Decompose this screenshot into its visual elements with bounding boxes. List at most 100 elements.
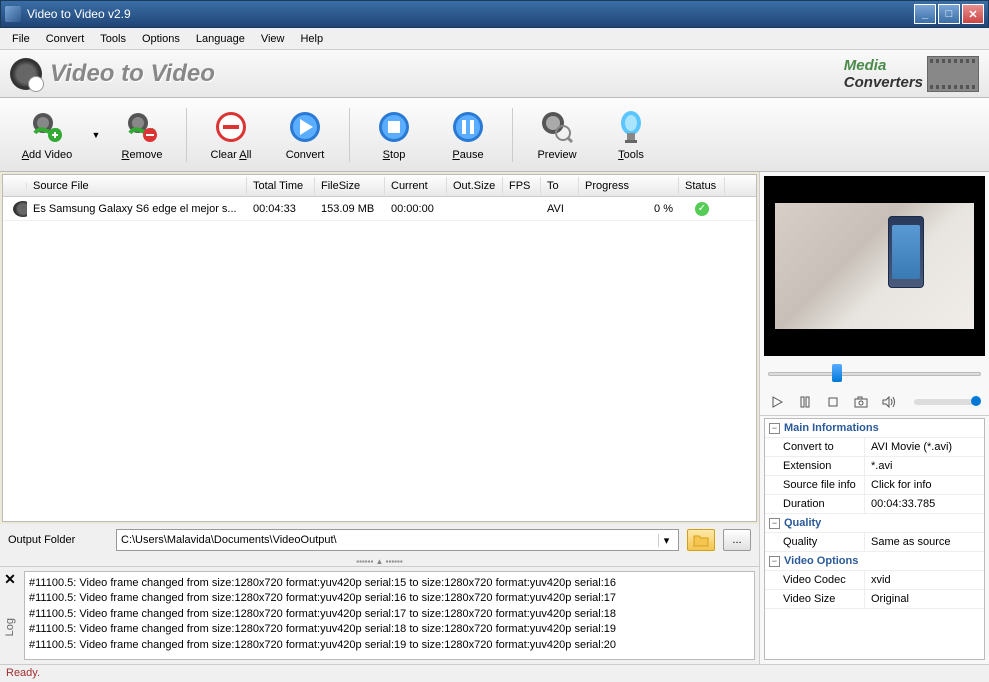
menu-file[interactable]: File — [4, 31, 38, 47]
log-close-button[interactable]: ✕ — [4, 571, 16, 588]
player-stop-button[interactable] — [824, 393, 842, 411]
status-text: Ready. — [6, 667, 40, 679]
col-status[interactable]: Status — [679, 177, 725, 195]
minimize-button[interactable]: _ — [914, 4, 936, 24]
section-main-info: Main Informations — [784, 422, 879, 434]
browse-folder-button[interactable] — [687, 529, 715, 551]
col-source[interactable]: Source File — [27, 177, 247, 195]
properties-panel: −Main Informations Convert toAVI Movie (… — [764, 418, 985, 660]
separator — [349, 108, 350, 162]
preview-button[interactable]: Preview — [521, 103, 593, 167]
main-area: Source File Total Time FileSize Current … — [0, 172, 989, 664]
menu-language[interactable]: Language — [188, 31, 253, 47]
tools-icon — [613, 109, 649, 145]
menu-view[interactable]: View — [253, 31, 293, 47]
menu-help[interactable]: Help — [292, 31, 331, 47]
prop-row[interactable]: Source file infoClick for info — [765, 475, 984, 494]
clear-all-button[interactable]: Clear All — [195, 103, 267, 167]
remove-icon — [124, 109, 160, 145]
stop-button[interactable]: Stop — [358, 103, 430, 167]
prop-row[interactable]: QualitySame as source — [765, 532, 984, 551]
right-panel: −Main Informations Convert toAVI Movie (… — [760, 172, 989, 664]
prop-row[interactable]: Video Codecxvid — [765, 570, 984, 589]
collapse-toggle[interactable]: − — [769, 556, 780, 567]
preview-viewport[interactable] — [764, 176, 985, 356]
output-folder-label: Output Folder — [8, 534, 108, 546]
toolbar: Add Video ▼ Remove Clear All Convert Sto… — [0, 98, 989, 172]
log-textarea[interactable]: #11100.5: Video frame changed from size:… — [24, 571, 755, 660]
add-video-button[interactable]: Add Video — [8, 103, 86, 167]
section-video-options: Video Options — [784, 555, 858, 567]
remove-button[interactable]: Remove — [106, 103, 178, 167]
cell-to: AVI — [541, 200, 579, 218]
maximize-button[interactable]: □ — [938, 4, 960, 24]
preview-frame — [775, 203, 974, 329]
more-button[interactable]: ... — [723, 529, 751, 551]
col-size[interactable]: FileSize — [315, 177, 385, 195]
prop-row[interactable]: Duration00:04:33.785 — [765, 494, 984, 513]
snapshot-button[interactable] — [852, 393, 870, 411]
menu-tools[interactable]: Tools — [92, 31, 134, 47]
col-time[interactable]: Total Time — [247, 177, 315, 195]
volume-icon[interactable] — [880, 393, 898, 411]
table-row[interactable]: Es Samsung Galaxy S6 edge el mejor s... … — [3, 197, 756, 221]
cell-size: 153.09 MB — [315, 200, 385, 218]
prop-row[interactable]: Extension*.avi — [765, 456, 984, 475]
col-fps[interactable]: FPS — [503, 177, 541, 195]
pause-label: Pause — [452, 149, 483, 161]
cell-outsize — [447, 206, 503, 212]
player-controls — [760, 388, 989, 416]
convert-button[interactable]: Convert — [269, 103, 341, 167]
splitter[interactable]: ▪▪▪▪▪▪ ▲ ▪▪▪▪▪▪ — [0, 556, 759, 566]
status-ok-icon: ✓ — [695, 202, 709, 216]
seek-thumb[interactable] — [832, 364, 842, 382]
col-progress[interactable]: Progress — [579, 177, 679, 195]
output-folder-input[interactable]: C:\Users\Malavida\Documents\VideoOutput\… — [116, 529, 679, 551]
stop-icon — [376, 109, 412, 145]
prop-row[interactable]: Video SizeOriginal — [765, 589, 984, 608]
app-title: Video to Video — [50, 60, 215, 88]
remove-label: Remove — [122, 149, 163, 161]
cell-current: 00:00:00 — [385, 200, 447, 218]
menu-options[interactable]: Options — [134, 31, 188, 47]
play-button[interactable] — [768, 393, 786, 411]
volume-slider[interactable] — [914, 399, 981, 405]
output-folder-row: Output Folder C:\Users\Malavida\Document… — [0, 524, 759, 556]
cell-fps — [503, 206, 541, 212]
add-video-label: Add Video — [22, 149, 73, 161]
seek-slider[interactable] — [768, 362, 981, 386]
stop-label: Stop — [383, 149, 406, 161]
statusbar: Ready. — [0, 664, 989, 682]
filmstrip-icon — [927, 56, 979, 92]
menubar: File Convert Tools Options Language View… — [0, 28, 989, 50]
menu-convert[interactable]: Convert — [38, 31, 93, 47]
separator — [512, 108, 513, 162]
preview-content — [888, 216, 924, 288]
prop-row[interactable]: Convert toAVI Movie (*.avi) — [765, 437, 984, 456]
file-table: Source File Total Time FileSize Current … — [2, 174, 757, 522]
collapse-toggle[interactable]: − — [769, 423, 780, 434]
add-video-dropdown[interactable]: ▼ — [88, 103, 104, 167]
convert-icon — [287, 109, 323, 145]
col-to[interactable]: To — [541, 177, 579, 195]
player-pause-button[interactable] — [796, 393, 814, 411]
pause-button[interactable]: Pause — [432, 103, 504, 167]
file-type-icon — [13, 201, 27, 217]
pause-icon — [450, 109, 486, 145]
app-logo-icon — [10, 58, 42, 90]
clear-all-icon — [213, 109, 249, 145]
cell-progress: 0 % — [579, 200, 679, 218]
log-panel: ✕ Log #11100.5: Video frame changed from… — [0, 566, 759, 664]
titlebar: Video to Video v2.9 _ □ ✕ — [0, 0, 989, 28]
log-tab-label[interactable]: Log — [4, 618, 16, 636]
tools-button[interactable]: Tools — [595, 103, 667, 167]
col-current[interactable]: Current — [385, 177, 447, 195]
col-outsize[interactable]: Out.Size — [447, 177, 503, 195]
window-title: Video to Video v2.9 — [27, 7, 912, 21]
banner: Video to Video Media Converters — [0, 50, 989, 98]
collapse-toggle[interactable]: − — [769, 518, 780, 529]
cell-source: Es Samsung Galaxy S6 edge el mejor s... — [27, 200, 247, 218]
folder-icon — [693, 533, 709, 547]
close-button[interactable]: ✕ — [962, 4, 984, 24]
output-folder-dropdown[interactable]: ▾ — [658, 534, 674, 547]
